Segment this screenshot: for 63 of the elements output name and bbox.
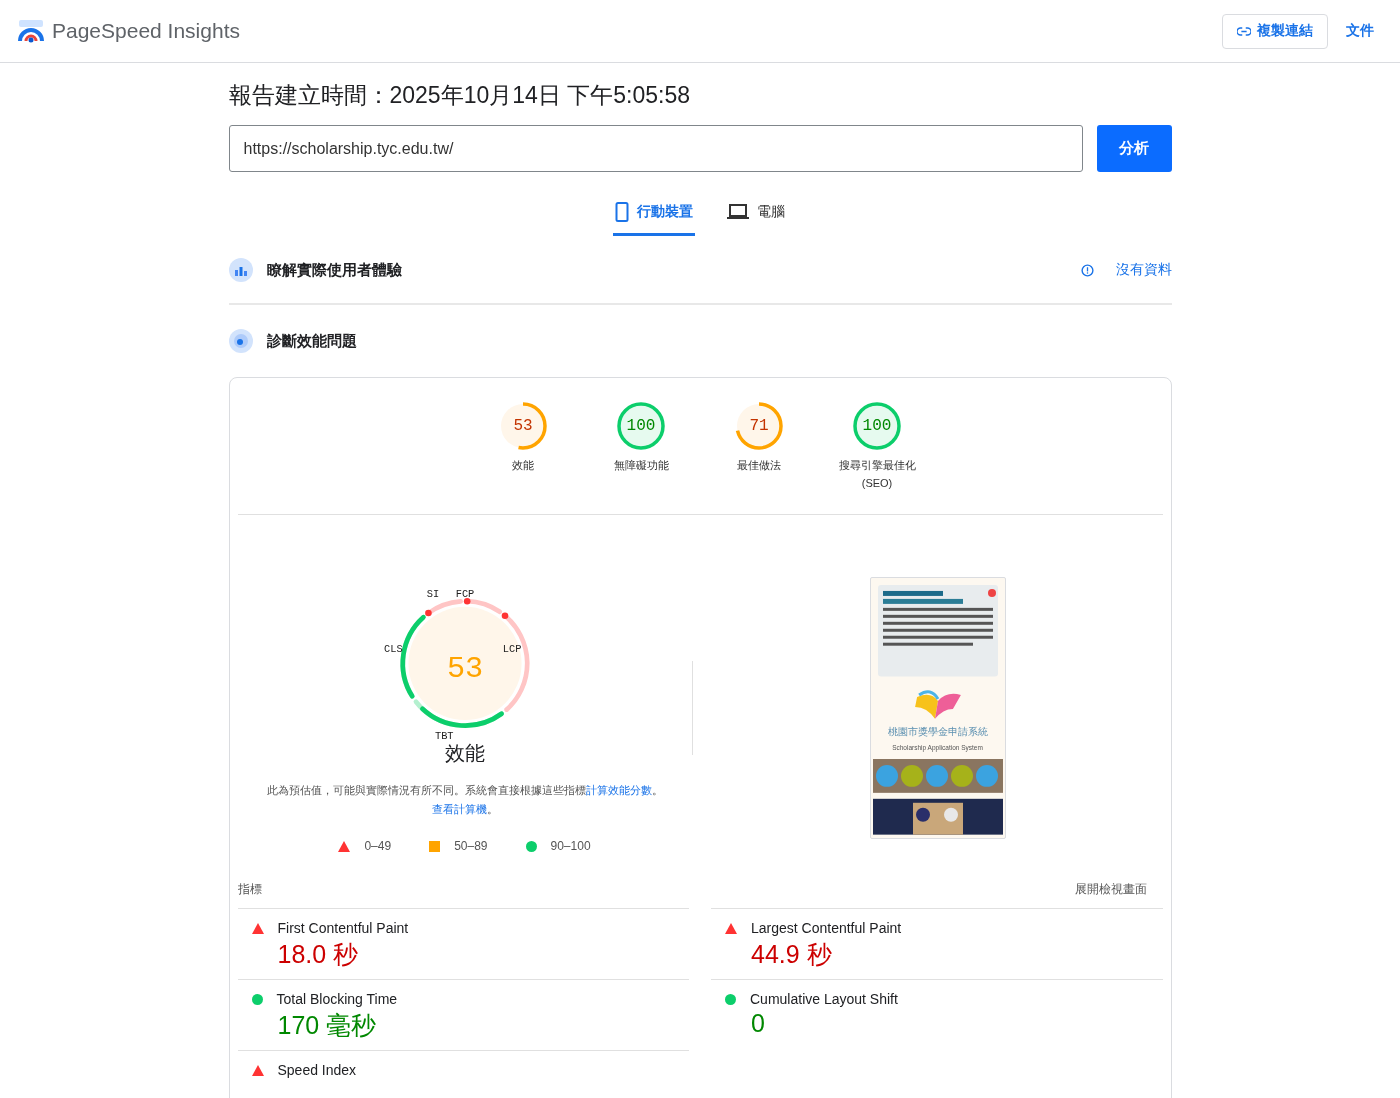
category-score: 53	[512, 416, 534, 436]
category-label: 無障礙功能	[613, 458, 669, 473]
estimate-note: 此為預估值，可能與實際情況有所不同。系統會直接根據這些指標計算效能分數。 查看計算機。	[265, 783, 664, 817]
metrics-heading: 指標	[237, 881, 262, 898]
device-tab[interactable]: 行動裝置	[613, 196, 695, 236]
legend-range: 50–89	[454, 839, 488, 853]
metric-abbr: SI	[426, 588, 439, 601]
section-title: 瞭解實際使用者體驗	[266, 260, 402, 280]
circle-icon	[725, 993, 736, 1005]
metric-name: First Contentful Paint	[277, 920, 409, 936]
metric-value: 0	[751, 1009, 766, 1038]
score-link[interactable]: 計算效能分數	[585, 784, 652, 796]
no-data-link[interactable]: 沒有資料	[1115, 261, 1172, 279]
circle-icon	[525, 840, 537, 852]
triangle-icon	[251, 922, 264, 934]
copy-link-button[interactable]: 複製連結	[1222, 13, 1328, 49]
metric-abbr: LCP	[502, 643, 521, 656]
metric-abbr: CLS	[383, 643, 403, 656]
users-icon	[228, 258, 253, 282]
device-tab[interactable]: 電腦	[725, 196, 787, 236]
metric-name: Largest Contentful Paint	[751, 920, 902, 936]
triangle-icon	[338, 840, 351, 852]
category-score: 100	[625, 416, 657, 436]
triangle-icon	[251, 1064, 264, 1076]
performance-title: 效能	[444, 741, 485, 766]
expand-view-toggle[interactable]: 展開檢視畫面	[1074, 881, 1155, 898]
category-label: 效能	[512, 458, 534, 473]
docs-link[interactable]: 文件	[1338, 22, 1382, 40]
performance-score: 53	[446, 651, 483, 686]
radar-icon	[228, 329, 253, 353]
legend-range: 0–49	[364, 839, 392, 853]
category-score: 71	[748, 416, 770, 436]
logo-icon	[18, 19, 44, 43]
score-ring	[615, 400, 667, 452]
url-field[interactable]: https://scholarship.tyc.edu.tw/	[228, 125, 1083, 172]
triangle-icon	[725, 922, 737, 934]
link-icon	[1237, 26, 1251, 36]
metric-abbr: TBT	[434, 729, 454, 742]
laptop-icon	[727, 204, 749, 220]
metric-value: 170 毫秒	[277, 1010, 378, 1041]
metric-name: Speed Index	[277, 1062, 357, 1078]
info-icon	[1080, 263, 1094, 277]
site-title: 桃園市獎學金申請系統	[887, 726, 988, 740]
metric-name: Total Blocking Time	[276, 991, 398, 1007]
report-time: 報告建立時間：2025年10月14日 下午5:05:58	[228, 81, 691, 110]
score-ring	[733, 400, 785, 452]
category-label: 搜尋引擎最佳化	[838, 458, 916, 473]
square-icon	[429, 840, 441, 852]
metric-value: 18.0 秒	[277, 939, 360, 970]
section-title: 診斷效能問題	[266, 331, 357, 351]
legend-range: 90–100	[550, 839, 591, 853]
metric-abbr: FCP	[455, 588, 474, 601]
category-score: 100	[861, 416, 893, 436]
app-title: PageSpeed Insights	[52, 19, 240, 43]
phone-icon	[615, 202, 629, 222]
metric-value: 44.9 秒	[751, 939, 833, 970]
calculator-link[interactable]: 查看計算機	[431, 803, 487, 815]
analyze-button[interactable]: 分析	[1096, 125, 1172, 172]
circle-icon	[251, 993, 263, 1005]
category-sublabel: (SEO)	[861, 477, 893, 489]
category-label: 最佳做法	[737, 458, 781, 473]
score-ring	[851, 400, 903, 452]
metric-name: Cumulative Layout Shift	[750, 991, 898, 1007]
